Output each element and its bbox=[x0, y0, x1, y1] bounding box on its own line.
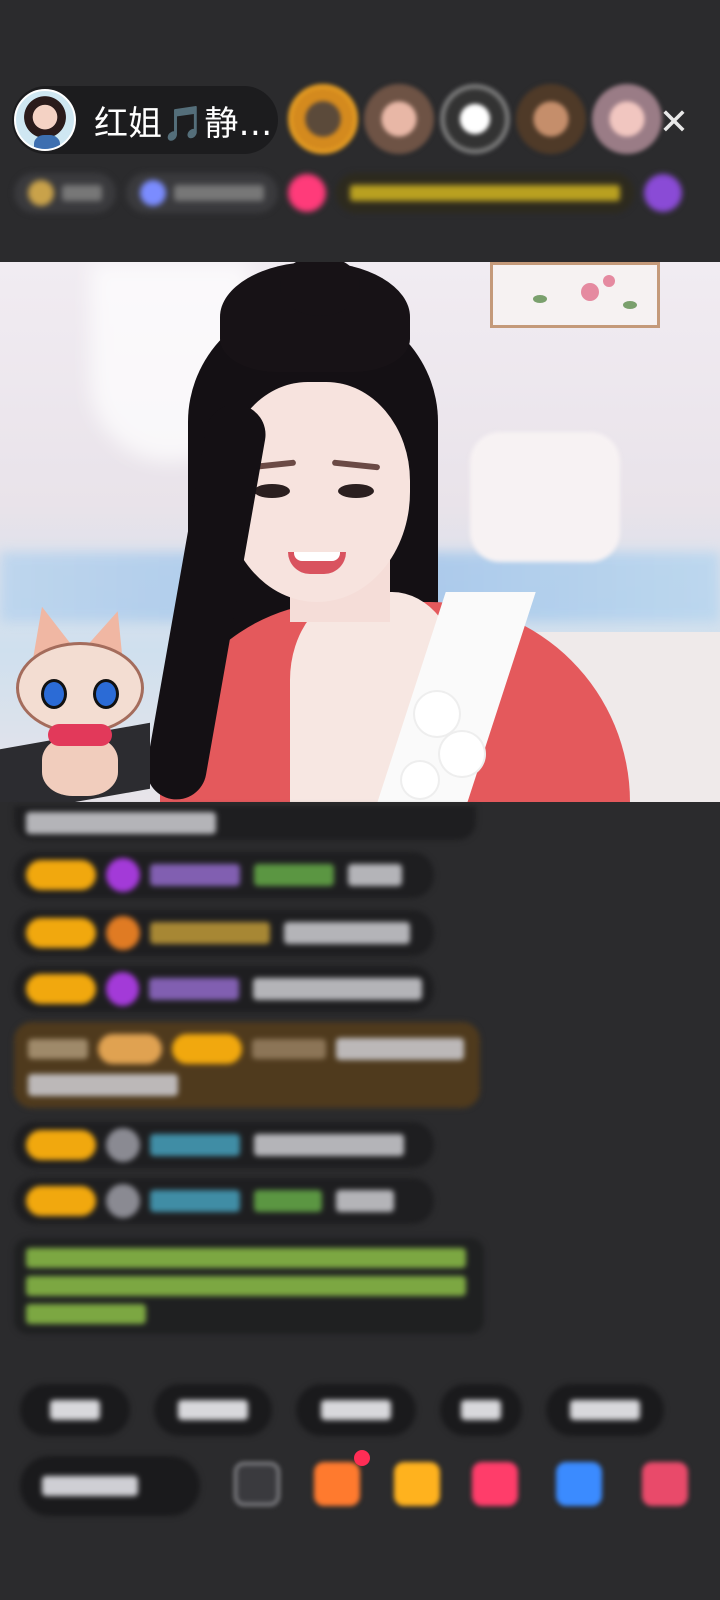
host-name: 红姐🎵静… bbox=[94, 103, 273, 144]
fan-badge-icon bbox=[106, 858, 140, 892]
quick-reply-chip[interactable] bbox=[154, 1384, 272, 1436]
shop-icon[interactable] bbox=[314, 1462, 360, 1506]
notification-dot bbox=[354, 1450, 370, 1466]
fan-badge-icon bbox=[106, 916, 140, 950]
quick-reply-chip[interactable] bbox=[20, 1384, 130, 1436]
quick-reply-chip[interactable] bbox=[440, 1384, 522, 1436]
viewer-avatar[interactable] bbox=[516, 84, 586, 154]
host-avatar[interactable] bbox=[14, 89, 76, 151]
chat-message bbox=[14, 1178, 434, 1224]
fan-badge-icon bbox=[106, 1184, 140, 1218]
chat-message bbox=[14, 806, 476, 840]
game-icon[interactable] bbox=[556, 1462, 602, 1506]
gift-box-icon[interactable] bbox=[642, 1462, 688, 1506]
level-badge bbox=[26, 1130, 96, 1160]
level-badge bbox=[26, 860, 96, 890]
chat-message bbox=[14, 910, 434, 956]
chat-message-highlight bbox=[14, 1022, 480, 1108]
level-badge bbox=[26, 1186, 96, 1216]
share-icon[interactable] bbox=[472, 1462, 518, 1506]
cat-sticker bbox=[10, 601, 150, 802]
rank-banner-chip[interactable] bbox=[336, 173, 634, 213]
hourly-rank-chip[interactable] bbox=[14, 173, 116, 213]
top-viewers-list bbox=[288, 84, 662, 154]
viewer-avatar[interactable] bbox=[364, 84, 434, 154]
streamer bbox=[140, 262, 630, 802]
chat-message bbox=[14, 966, 434, 1012]
live-video[interactable] bbox=[0, 262, 720, 802]
viewer-avatar[interactable] bbox=[440, 84, 510, 154]
follow-heart-icon[interactable] bbox=[288, 174, 326, 212]
close-icon[interactable]: ✕ bbox=[652, 100, 696, 144]
quick-reply-row bbox=[20, 1384, 664, 1436]
comment-input[interactable] bbox=[20, 1456, 200, 1516]
fan-badge-icon bbox=[106, 1128, 140, 1162]
chat-message bbox=[14, 1122, 434, 1168]
system-announcement bbox=[14, 1238, 484, 1334]
popularity-chip[interactable] bbox=[126, 173, 278, 213]
gift-icon[interactable] bbox=[394, 1462, 440, 1506]
gift-box-icon[interactable] bbox=[644, 174, 682, 212]
quick-reply-chip[interactable] bbox=[546, 1384, 664, 1436]
status-row bbox=[14, 170, 682, 216]
fan-badge-icon bbox=[105, 972, 140, 1006]
bottom-toolbar bbox=[20, 1450, 720, 1520]
viewer-avatar[interactable] bbox=[288, 84, 358, 154]
more-icon[interactable] bbox=[234, 1462, 280, 1506]
chat-message bbox=[14, 852, 434, 898]
host-info-pill[interactable]: 红姐🎵静… bbox=[12, 86, 278, 154]
level-badge bbox=[26, 974, 96, 1004]
level-badge bbox=[26, 918, 96, 948]
quick-reply-chip[interactable] bbox=[296, 1384, 416, 1436]
